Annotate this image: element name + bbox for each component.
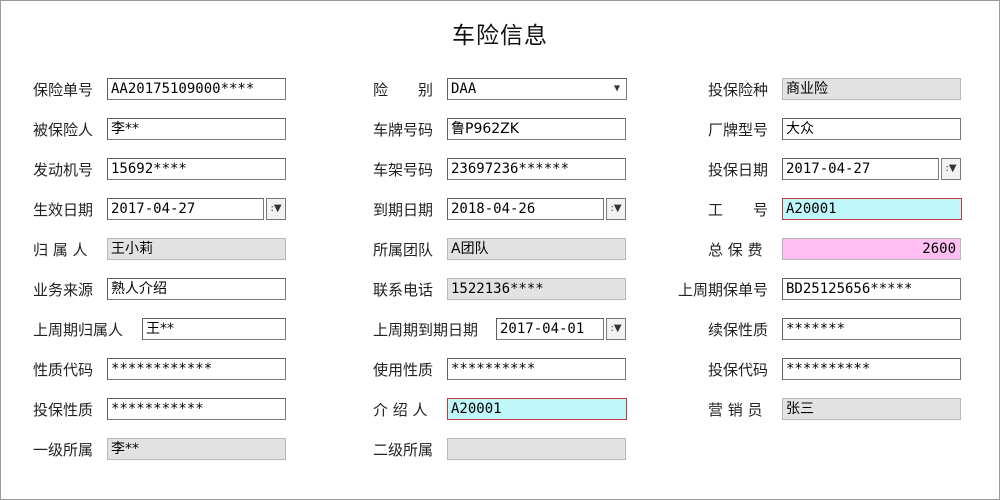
label-apply-date: 投保日期 xyxy=(708,158,768,182)
label-owner: 归 属 人 xyxy=(33,238,88,262)
label-prev-owner: 上周期归属人 xyxy=(33,318,123,342)
prev-expire-date-input[interactable]: 2017-04-01 xyxy=(496,318,604,340)
insured-input[interactable]: 李** xyxy=(107,118,286,140)
brand-model-input[interactable]: 大众 xyxy=(782,118,961,140)
engine-no-input[interactable]: 15692**** xyxy=(107,158,286,180)
label-source: 业务来源 xyxy=(33,278,93,302)
label-salesperson: 营 销 员 xyxy=(708,398,763,422)
expire-date-input[interactable]: 2018-04-26 xyxy=(447,198,604,220)
prev-owner-input[interactable]: 王** xyxy=(142,318,286,340)
referrer-input[interactable]: A20001 xyxy=(447,398,627,420)
label-apply-code: 投保代码 xyxy=(708,358,768,382)
usage-nature-input[interactable]: ********** xyxy=(447,358,626,380)
label-brand-model: 厂牌型号 xyxy=(708,118,768,142)
policy-no-input[interactable]: AA20175109000**** xyxy=(107,78,286,100)
prev-policy-no-input[interactable]: BD25125656***** xyxy=(782,278,961,300)
label-insured: 被保险人 xyxy=(33,118,93,142)
date-dropdown-icon[interactable]: :▼ xyxy=(941,158,961,180)
apply-code-input[interactable]: ********** xyxy=(782,358,961,380)
apply-nature-input[interactable]: *********** xyxy=(107,398,286,420)
product-input[interactable]: 商业险 xyxy=(782,78,961,100)
label-level2: 二级所属 xyxy=(373,438,433,462)
label-team: 所属团队 xyxy=(373,238,433,262)
level1-input[interactable]: 李** xyxy=(107,438,286,460)
label-product: 投保险种 xyxy=(708,78,768,102)
owner-input[interactable]: 王小莉 xyxy=(107,238,286,260)
label-usage-nature: 使用性质 xyxy=(373,358,433,382)
insurance-type-select[interactable]: DAA ▼ xyxy=(447,78,627,100)
plate-no-input[interactable]: 鲁P962ZK xyxy=(447,118,626,140)
label-policy-no: 保险单号 xyxy=(33,78,93,102)
date-dropdown-icon[interactable]: :▼ xyxy=(606,318,626,340)
level2-input[interactable] xyxy=(447,438,626,460)
label-plate-no: 车牌号码 xyxy=(373,118,433,142)
label-level1: 一级所属 xyxy=(33,438,93,462)
total-premium-input[interactable]: 2600 xyxy=(782,238,961,260)
phone-input[interactable]: 1522136**** xyxy=(447,278,626,300)
label-expire-date: 到期日期 xyxy=(373,198,433,222)
label-renewal-nature: 续保性质 xyxy=(708,318,768,342)
date-dropdown-icon[interactable]: :▼ xyxy=(266,198,286,220)
label-vin: 车架号码 xyxy=(373,158,433,182)
label-phone: 联系电话 xyxy=(373,278,433,302)
label-nature-code: 性质代码 xyxy=(33,358,93,382)
label-total-premium: 总 保 费 xyxy=(708,238,763,262)
nature-code-input[interactable]: ************ xyxy=(107,358,286,380)
page-title: 车险信息 xyxy=(0,16,1000,50)
source-input[interactable]: 熟人介绍 xyxy=(107,278,286,300)
salesperson-input[interactable]: 张三 xyxy=(782,398,961,420)
label-prev-policy-no: 上周期保单号 xyxy=(678,278,768,302)
vin-input[interactable]: 23697236****** xyxy=(447,158,626,180)
chevron-down-icon[interactable]: ▼ xyxy=(610,81,624,97)
label-effective-date: 生效日期 xyxy=(33,198,93,222)
label-prev-expire-date: 上周期到期日期 xyxy=(373,318,478,342)
date-dropdown-icon[interactable]: :▼ xyxy=(606,198,626,220)
staff-id-input[interactable]: A20001 xyxy=(782,198,962,220)
team-input[interactable]: A团队 xyxy=(447,238,626,260)
label-apply-nature: 投保性质 xyxy=(33,398,93,422)
insurance-type-value: DAA xyxy=(451,81,476,97)
label-staff-id: 工 号 xyxy=(708,198,768,222)
label-insurance-type: 险 别 xyxy=(373,78,433,102)
effective-date-input[interactable]: 2017-04-27 xyxy=(107,198,264,220)
renewal-nature-input[interactable]: ******* xyxy=(782,318,961,340)
label-engine-no: 发动机号 xyxy=(33,158,93,182)
label-referrer: 介 绍 人 xyxy=(373,398,428,422)
apply-date-input[interactable]: 2017-04-27 xyxy=(782,158,939,180)
